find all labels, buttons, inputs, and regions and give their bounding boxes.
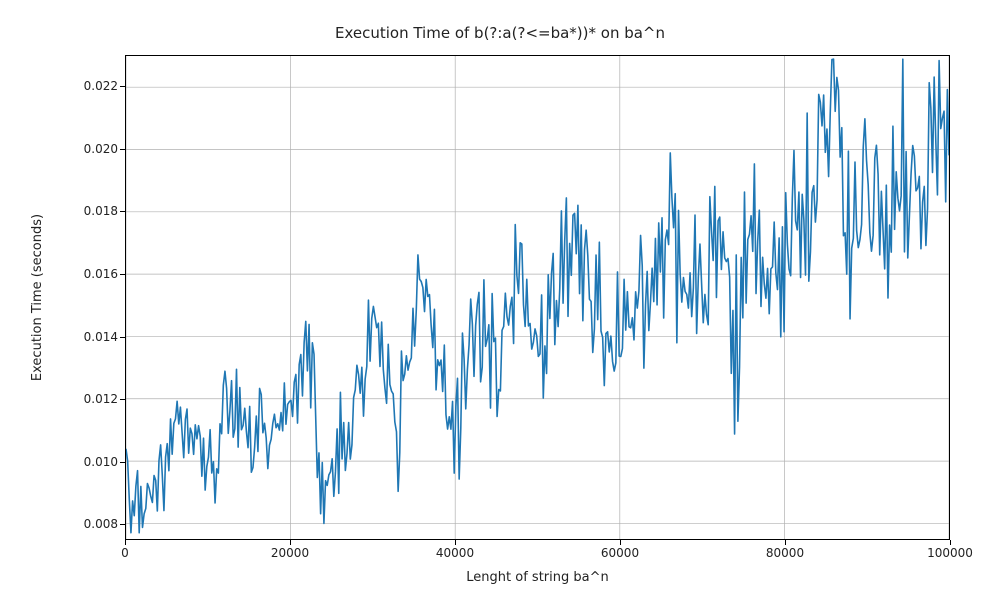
y-axis-label: Execution Time (seconds) [28, 55, 48, 540]
plot-svg [126, 56, 949, 539]
plot-area [125, 55, 950, 540]
y-tick-label: 0.012 [84, 392, 118, 406]
figure: Execution Time of b(?:a(?<=ba*))* on ba^… [0, 0, 1000, 600]
y-tick-label: 0.022 [84, 79, 118, 93]
series-line [126, 59, 949, 533]
x-tick-label: 100000 [927, 546, 973, 560]
y-tick-label: 0.018 [84, 204, 118, 218]
chart-title: Execution Time of b(?:a(?<=ba*))* on ba^… [0, 24, 1000, 42]
x-tick-label: 60000 [601, 546, 639, 560]
y-tick-label: 0.016 [84, 267, 118, 281]
y-tick-label: 0.020 [84, 142, 118, 156]
x-tick-label: 20000 [271, 546, 309, 560]
x-tick-label: 0 [121, 546, 129, 560]
x-axis-label: Lenght of string ba^n [125, 570, 950, 585]
y-tick-label: 0.010 [84, 455, 118, 469]
y-tick-label: 0.014 [84, 330, 118, 344]
y-tick-label: 0.008 [84, 517, 118, 531]
x-tick-label: 40000 [436, 546, 474, 560]
x-tick-label: 80000 [766, 546, 804, 560]
